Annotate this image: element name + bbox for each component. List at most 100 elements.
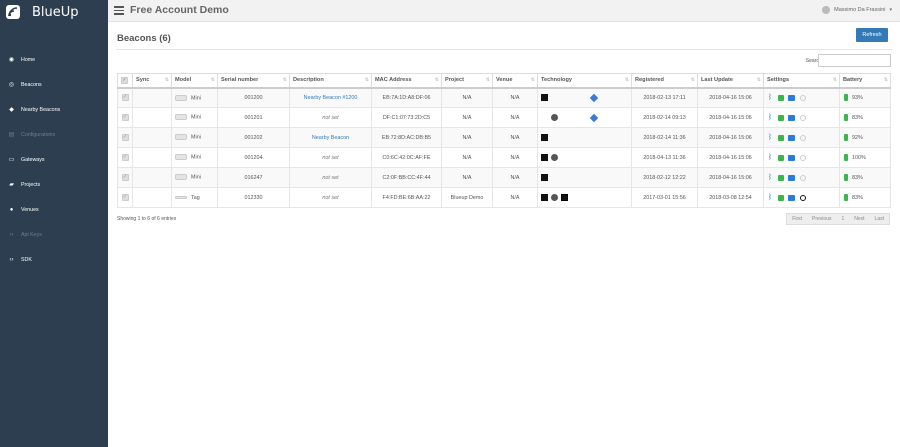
- eddystone-icon: [551, 154, 558, 161]
- description-cell: not set: [289, 107, 372, 128]
- column-header-battery[interactable]: Battery ⇅: [839, 73, 891, 89]
- column-header-registered[interactable]: Registered ⇅: [631, 73, 698, 89]
- tag-icon[interactable]: [788, 174, 795, 181]
- pager-1[interactable]: 1: [836, 214, 849, 224]
- sync-cell: [132, 107, 172, 128]
- user-menu[interactable]: Massimo Da Frassini ▾: [822, 6, 892, 14]
- column-header-project[interactable]: Project ⇅: [441, 73, 493, 89]
- tag-icon[interactable]: [788, 154, 795, 161]
- sidebar-item-gateways[interactable]: ▭ Gateways: [0, 147, 108, 172]
- lock-icon[interactable]: [777, 134, 784, 141]
- sidebar-item-api-keys[interactable]: ‹› Api Keys: [0, 222, 108, 247]
- status-circle-icon[interactable]: [799, 134, 806, 141]
- table-row[interactable]: ✓ Mini 001200 Nearby Beacon #1200 EB:7A:…: [117, 87, 891, 108]
- lock-icon[interactable]: [777, 94, 784, 101]
- lock-icon[interactable]: [777, 174, 784, 181]
- column-header-model[interactable]: Model ⇅: [171, 73, 218, 89]
- sync-cell: [132, 127, 172, 148]
- tag-icon[interactable]: [788, 134, 795, 141]
- lock-icon[interactable]: [777, 114, 784, 121]
- ibeacon-icon: [541, 134, 548, 141]
- column-header-settings[interactable]: Settings ⇅: [763, 73, 840, 89]
- row-checkbox[interactable]: ✓: [117, 187, 133, 208]
- sidebar-item-projects[interactable]: ▰ Projects: [0, 172, 108, 197]
- sidebar-item-home[interactable]: ◉ Home: [0, 47, 108, 72]
- sync-cell: [132, 167, 172, 188]
- table-row[interactable]: ✓ Tag 012330 not set F4:FD:BE:6B:AA:22 B…: [117, 187, 891, 208]
- ibeacon-icon: [541, 194, 548, 201]
- pager-next[interactable]: Next: [849, 214, 869, 224]
- table-row[interactable]: ✓ Mini 001204 not set C0:6C:42:0C:AF:FE …: [117, 147, 891, 168]
- row-checkbox[interactable]: ✓: [117, 147, 133, 168]
- status-circle-icon[interactable]: [799, 194, 806, 201]
- column-header-technology[interactable]: Technology ⇅: [537, 73, 632, 89]
- tag-icon[interactable]: [788, 114, 795, 121]
- table-row[interactable]: ✓ Mini 016247 not set C2:0F:BB:CC:4F:44 …: [117, 167, 891, 188]
- status-circle-icon[interactable]: [799, 154, 806, 161]
- sort-icon: ⇅: [756, 77, 761, 83]
- column-header-last-update[interactable]: Last Update ⇅: [697, 73, 764, 89]
- table-row[interactable]: ✓ Mini 001202 Nearby Beacon EB:72:8D:AC:…: [117, 127, 891, 148]
- row-checkbox[interactable]: ✓: [117, 87, 133, 108]
- sidebar-item-sdk[interactable]: ‹› SDK: [0, 247, 108, 272]
- ibeacon-icon: [541, 94, 548, 102]
- menu-toggle-icon[interactable]: [114, 6, 124, 15]
- status-circle-icon[interactable]: [799, 114, 806, 121]
- brand[interactable]: BlueUp: [0, 0, 108, 24]
- sidebar-item-label: Gateways: [21, 156, 45, 163]
- row-checkbox[interactable]: ✓: [117, 127, 133, 148]
- column-header-description[interactable]: Description ⇅: [289, 73, 372, 89]
- description-cell[interactable]: Nearby Beacon #1200: [289, 87, 372, 108]
- page-title: Beacons (6): [117, 33, 171, 44]
- sort-icon: ⇅: [364, 77, 369, 83]
- technology-cell: [537, 107, 632, 128]
- bluetooth-icon[interactable]: ᛒ: [768, 154, 773, 161]
- sidebar-item-venues[interactable]: ● Venues: [0, 197, 108, 222]
- registered-cell: 2018-02-12 12:22: [631, 167, 698, 188]
- pager-first[interactable]: First: [787, 214, 807, 224]
- sidebar-item-label: Nearby Beacons: [21, 106, 61, 113]
- checkbox-icon: ✓: [121, 174, 129, 181]
- bluetooth-icon[interactable]: ᛒ: [768, 114, 773, 121]
- pager-last[interactable]: Last: [870, 214, 889, 224]
- column-header-serial-number[interactable]: Serial number ⇅: [217, 73, 290, 89]
- status-circle-icon[interactable]: [799, 94, 806, 101]
- tag-icon[interactable]: [788, 94, 795, 101]
- column-header-mac-address[interactable]: MAC Address ⇅: [371, 73, 442, 89]
- status-circle-icon[interactable]: [799, 174, 806, 181]
- project-cell: N/A: [441, 107, 493, 128]
- search-input[interactable]: [818, 54, 891, 67]
- sidebar-item-configurations[interactable]: ▤ Configurations: [0, 122, 108, 147]
- column-header-sync[interactable]: Sync ⇅: [132, 73, 172, 89]
- description-cell[interactable]: Nearby Beacon: [289, 127, 372, 148]
- column-label: Battery: [843, 77, 863, 84]
- last-update-cell: 2018-04-16 15:06: [697, 147, 764, 168]
- last-update-cell: 2018-04-16 15:06: [697, 107, 764, 128]
- sidebar-item-label: SDK: [21, 256, 32, 263]
- refresh-button[interactable]: Refresh: [856, 28, 888, 42]
- registered-cell: 2018-02-14 09:13: [631, 107, 698, 128]
- bluetooth-icon[interactable]: ᛒ: [768, 194, 773, 201]
- nearby-icon: [589, 113, 599, 122]
- pager-previous[interactable]: Previous: [807, 214, 836, 224]
- bluetooth-icon[interactable]: ᛒ: [768, 94, 773, 101]
- table-row[interactable]: ✓ Mini 001201 not set DF:C1:07:73:2D:C5 …: [117, 107, 891, 128]
- battery-icon: [844, 114, 848, 121]
- battery-level: 93%: [852, 95, 863, 102]
- column-header-venue[interactable]: Venue ⇅: [492, 73, 538, 89]
- lock-icon[interactable]: [777, 194, 784, 201]
- tag-icon[interactable]: [788, 194, 795, 201]
- select-all-checkbox[interactable]: ✓: [117, 73, 133, 89]
- model-label: Tag: [191, 194, 200, 201]
- row-checkbox[interactable]: ✓: [117, 167, 133, 188]
- bluetooth-icon[interactable]: ᛒ: [768, 174, 773, 181]
- project-cell: Blueup Demo: [441, 187, 493, 208]
- lock-icon[interactable]: [777, 154, 784, 161]
- app-name: BlueUp: [32, 4, 79, 20]
- bluetooth-icon[interactable]: ᛒ: [768, 134, 773, 141]
- sidebar-item-beacons[interactable]: ◎ Beacons: [0, 72, 108, 97]
- sidebar-item-nearby-beacons[interactable]: ◆ Nearby Beacons: [0, 97, 108, 122]
- row-checkbox[interactable]: ✓: [117, 107, 133, 128]
- model-cell: Mini: [171, 87, 218, 108]
- model-label: Mini: [191, 174, 201, 181]
